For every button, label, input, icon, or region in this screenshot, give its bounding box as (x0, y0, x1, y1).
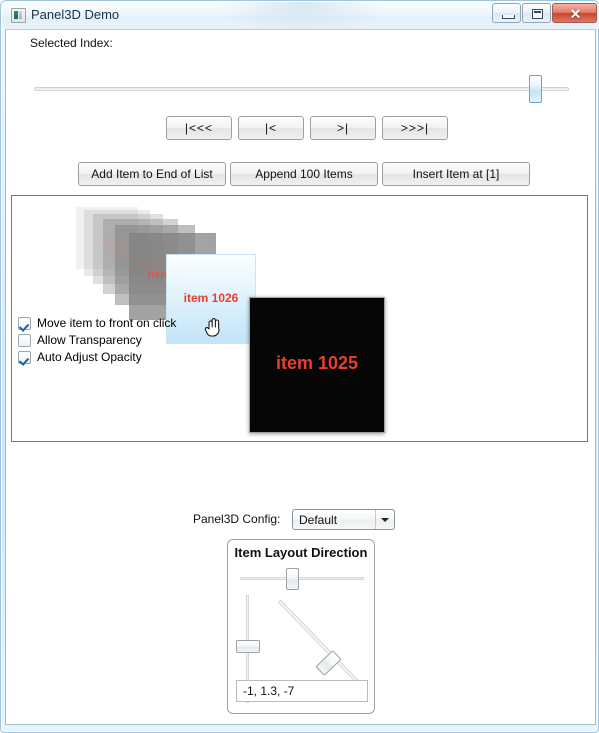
nav-prev-button[interactable]: |< (238, 116, 304, 140)
checkbox-label: Allow Transparency (37, 333, 142, 347)
item-layout-direction-group: Item Layout Direction -1, 1.3, -7 (227, 539, 375, 714)
minimize-button[interactable] (492, 3, 521, 23)
direction-value-field[interactable]: -1, 1.3, -7 (236, 680, 368, 702)
append-100-items-button[interactable]: Append 100 Items (230, 162, 378, 186)
slider-thumb[interactable] (529, 75, 542, 103)
app-window: Panel3D Demo ✕ Selected Index: |<<< |< >… (0, 0, 599, 733)
group-title: Item Layout Direction (234, 545, 368, 560)
checkbox-label: Move item to front on click (37, 316, 177, 330)
close-icon: ✕ (569, 6, 582, 22)
window-controls: ✕ (491, 3, 597, 25)
slider-thumb[interactable] (286, 568, 299, 590)
checkbox-box[interactable] (18, 351, 31, 364)
slider-track[interactable] (34, 87, 569, 91)
checkbox-box[interactable] (18, 334, 31, 347)
nav-next-button[interactable]: >| (310, 116, 376, 140)
selected-index-slider[interactable] (34, 75, 569, 103)
panel3d-card[interactable]: item 1025 (249, 297, 385, 433)
maximize-button[interactable] (522, 3, 551, 23)
insert-item-at-1-button[interactable]: Insert Item at [1] (382, 162, 530, 186)
nav-last-button[interactable]: >>>| (382, 116, 448, 140)
hand-pointer-cursor (204, 318, 220, 337)
dropdown-arrow-box[interactable] (375, 510, 394, 529)
close-button[interactable]: ✕ (552, 3, 597, 23)
nav-first-button[interactable]: |<<< (166, 116, 232, 140)
x-direction-slider[interactable] (240, 568, 364, 590)
add-item-to-end-button[interactable]: Add Item to End of List (78, 162, 226, 186)
panel3d-config-label: Panel3D Config: (193, 512, 281, 526)
slider-thumb[interactable] (315, 649, 342, 677)
slider-track[interactable] (240, 577, 364, 580)
selected-index-label: Selected Index: (30, 36, 113, 50)
dropdown-selected-value: Default (299, 513, 338, 527)
panel3d-config-dropdown[interactable]: Default (292, 509, 395, 530)
panel3d-card-label: item 1025 (275, 352, 359, 373)
checkbox-box[interactable] (18, 317, 31, 330)
title-bar: Panel3D Demo ✕ (1, 1, 599, 29)
panel3d-card-label: item 1026 (183, 291, 239, 305)
slider-track[interactable] (277, 599, 365, 689)
checkbox-label: Auto Adjust Opacity (37, 350, 142, 364)
minimize-icon (502, 15, 515, 19)
slider-thumb[interactable] (236, 640, 260, 653)
maximize-icon (532, 9, 543, 19)
window-title: Panel3D Demo (31, 7, 120, 22)
app-icon (11, 8, 26, 23)
chevron-down-icon (381, 518, 389, 522)
